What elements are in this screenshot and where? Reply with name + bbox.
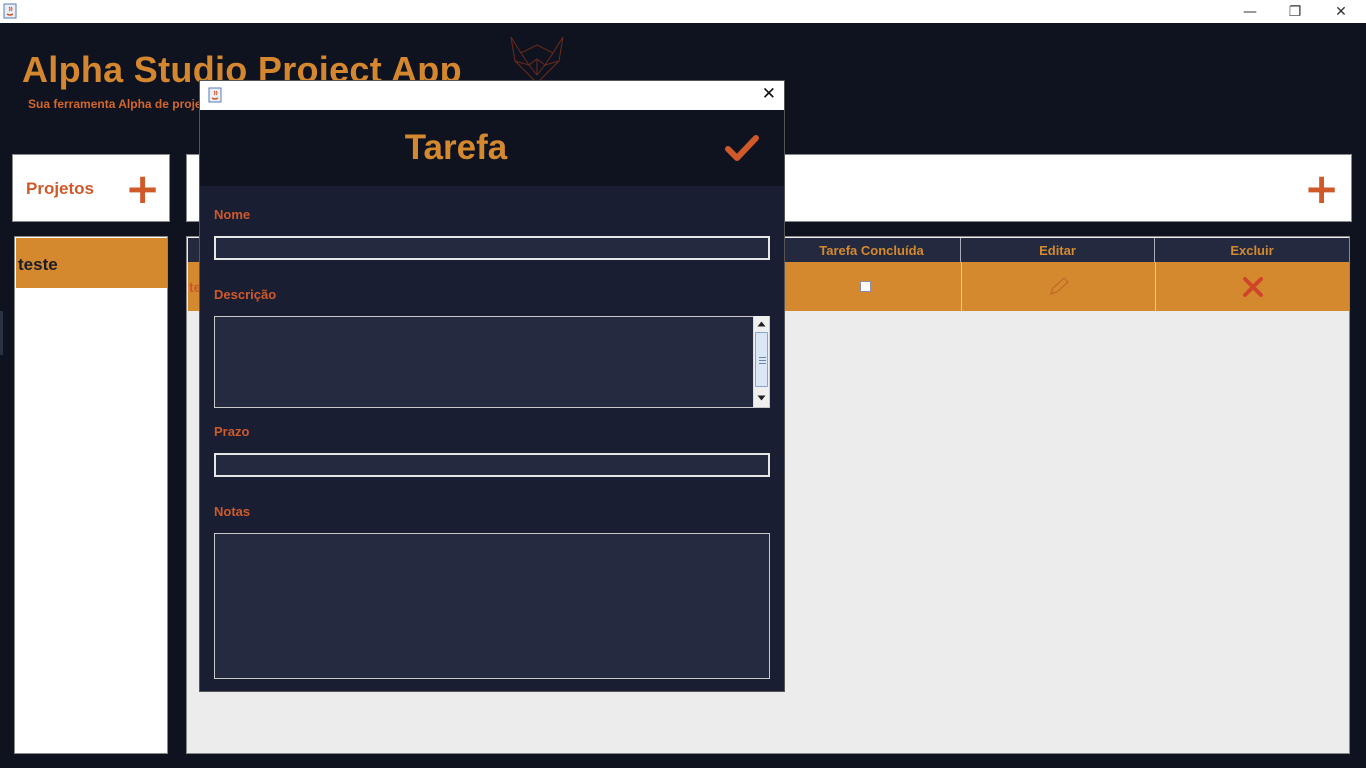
scroll-up-icon[interactable] bbox=[754, 316, 769, 331]
checkmark-icon[interactable] bbox=[724, 134, 760, 168]
table-header-completed: Tarefa Concluída bbox=[783, 238, 961, 262]
delete-x-icon[interactable] bbox=[1242, 276, 1264, 302]
app-subtitle: Sua ferramenta Alpha de proje bbox=[28, 97, 202, 111]
notas-label: Notas bbox=[214, 504, 251, 519]
dialog-title-bar: ✕ bbox=[200, 81, 784, 110]
cell-divider bbox=[1155, 262, 1156, 311]
java-app-icon bbox=[3, 3, 17, 19]
notas-textarea[interactable] bbox=[214, 533, 770, 679]
projects-label: Projetos bbox=[26, 179, 95, 198]
nome-input[interactable] bbox=[214, 236, 770, 260]
descricao-scrollbar[interactable] bbox=[753, 316, 769, 407]
descricao-textarea[interactable] bbox=[214, 316, 770, 408]
project-name: teste bbox=[18, 255, 58, 274]
pencil-icon[interactable] bbox=[1047, 276, 1071, 302]
dialog-close-button[interactable]: ✕ bbox=[762, 84, 776, 104]
descricao-label: Descrição bbox=[214, 287, 277, 302]
window-edge bbox=[0, 311, 3, 355]
scroll-down-icon[interactable] bbox=[754, 390, 769, 405]
table-header-delete: Excluir bbox=[1155, 238, 1349, 262]
task-dialog: ✕ Tarefa Nome Descrição Prazo Notas bbox=[199, 80, 785, 692]
scroll-thumb[interactable] bbox=[755, 332, 768, 387]
projects-header: Projetos + bbox=[12, 154, 170, 222]
cell-divider bbox=[961, 262, 962, 311]
dialog-heading: Tarefa bbox=[404, 128, 508, 167]
task-completed-checkbox[interactable] bbox=[860, 281, 871, 292]
os-title-bar: — ❐ ✕ bbox=[0, 0, 1366, 23]
add-task-icon[interactable]: + bbox=[1304, 168, 1339, 210]
table-header-edit: Editar bbox=[961, 238, 1155, 262]
java-app-icon bbox=[208, 87, 222, 103]
prazo-label: Prazo bbox=[214, 424, 250, 439]
add-project-icon[interactable]: + bbox=[125, 168, 160, 210]
minimize-button[interactable]: — bbox=[1227, 0, 1273, 23]
window-close-button[interactable]: ✕ bbox=[1318, 0, 1364, 23]
project-list-item[interactable]: teste bbox=[16, 238, 167, 288]
projects-list: teste bbox=[14, 236, 168, 754]
prazo-input[interactable] bbox=[214, 453, 770, 477]
nome-label: Nome bbox=[214, 207, 251, 222]
maximize-button[interactable]: ❐ bbox=[1272, 0, 1318, 23]
dialog-header: Tarefa bbox=[200, 110, 784, 186]
